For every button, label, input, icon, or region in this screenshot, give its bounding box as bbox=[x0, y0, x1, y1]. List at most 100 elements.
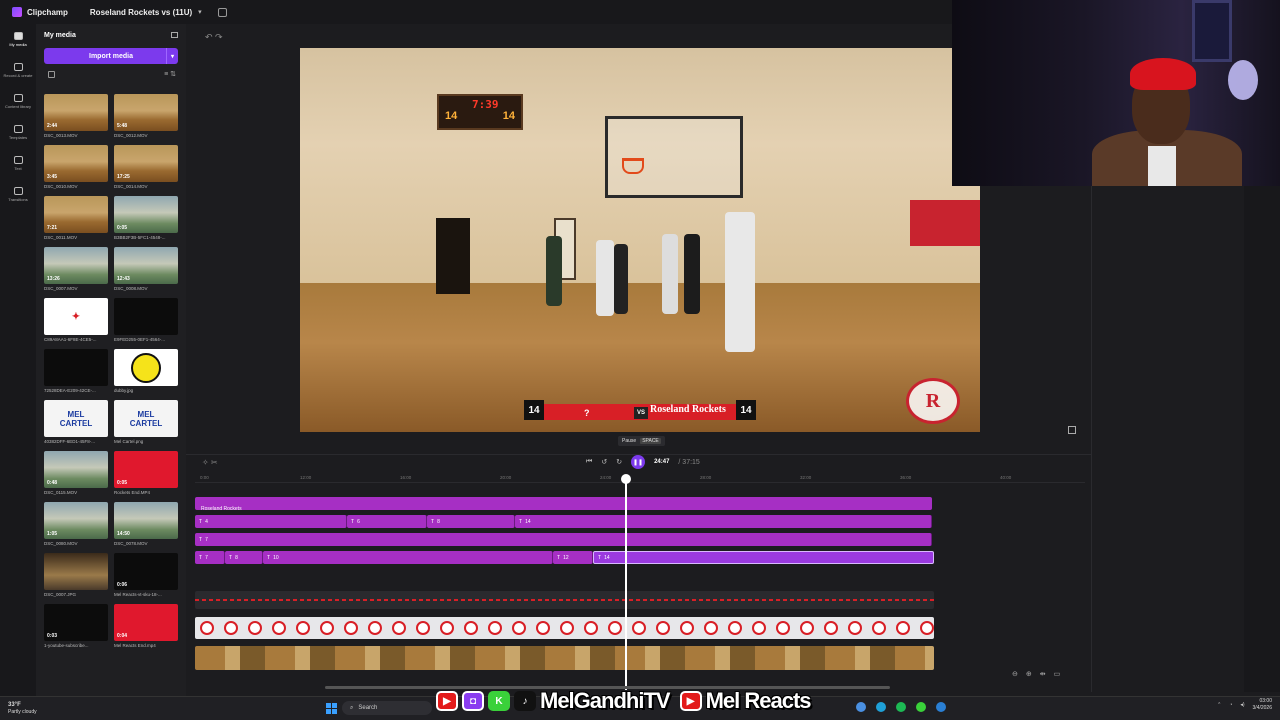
wifi-icon[interactable]: ◔ bbox=[1229, 702, 1232, 708]
media-thumbnail[interactable]: 7:21 bbox=[44, 196, 108, 233]
zoom-in-icon[interactable]: ⊕ bbox=[1026, 670, 1032, 678]
rail-item[interactable]: Content library bbox=[0, 86, 36, 117]
media-thumbnail[interactable]: 1:05 bbox=[44, 502, 108, 539]
clock[interactable]: 03:00 3/4/2026 bbox=[1253, 698, 1272, 712]
text-clip[interactable]: T 10 bbox=[263, 551, 553, 564]
media-item[interactable]: DSC_0007.JPG bbox=[44, 553, 108, 602]
rail-item[interactable]: My media bbox=[0, 24, 36, 55]
weather-widget[interactable]: 33°F Partly cloudy bbox=[8, 702, 37, 716]
title-track-clip[interactable]: Roseland Rockets bbox=[195, 497, 932, 512]
media-thumbnail[interactable]: 3:45 bbox=[44, 145, 108, 182]
media-item[interactable]: 0:06 Mel Reacts-vt-sku-18-... bbox=[114, 553, 178, 602]
captions-icon[interactable]: ▭ bbox=[1054, 670, 1061, 678]
logo-track[interactable] bbox=[195, 617, 934, 639]
project-name[interactable]: Roseland Rockets vs (11U) bbox=[90, 8, 192, 17]
pause-button[interactable]: ❚❚ bbox=[631, 455, 646, 469]
media-thumbnail[interactable]: 0:05 bbox=[114, 451, 178, 488]
video-track[interactable] bbox=[195, 646, 934, 670]
spotify-icon[interactable] bbox=[896, 702, 906, 712]
media-thumbnail[interactable]: 0:05 bbox=[114, 196, 178, 233]
media-thumbnail[interactable]: MEL CARTEL bbox=[44, 400, 108, 437]
media-thumbnail[interactable]: 5:48 bbox=[114, 94, 178, 131]
media-item[interactable]: 14:50 DSC_0078.MOV bbox=[114, 502, 178, 551]
undo-icon[interactable]: ↶ ↷ bbox=[205, 32, 223, 43]
media-item[interactable]: 17:25 DSC_0014.MOV bbox=[114, 145, 178, 194]
chrome-icon[interactable] bbox=[856, 702, 866, 712]
chevron-down-icon[interactable]: ▾ bbox=[166, 48, 178, 64]
media-thumbnail[interactable]: 0:03 bbox=[44, 604, 108, 641]
scoreboard-clock: 7:39 bbox=[472, 98, 499, 111]
text-clip[interactable]: T7 bbox=[195, 533, 932, 546]
video-preview[interactable]: 7:39 14 14 14 ? VS Roseland Rockets 14 R bbox=[300, 48, 980, 432]
app-icon[interactable] bbox=[916, 702, 926, 712]
media-item[interactable]: 0:05 B3BB2F3B-5FC1-4548-... bbox=[114, 196, 178, 245]
media-item[interactable]: MEL CARTEL 40382DFF-6ED1-45F8-... bbox=[44, 400, 108, 449]
media-item[interactable]: 12:43 DSC_0008.MOV bbox=[114, 247, 178, 296]
forward-icon[interactable]: ↻ bbox=[616, 458, 622, 466]
taskbar-search[interactable]: ⌕ Search bbox=[342, 701, 432, 715]
media-thumbnail[interactable]: 14:50 bbox=[114, 502, 178, 539]
media-thumbnail[interactable]: MEL CARTEL bbox=[114, 400, 178, 437]
sort-filter-icon[interactable]: ≡ ⇅ bbox=[164, 70, 176, 78]
zoom-out-icon[interactable]: ⊖ bbox=[1012, 670, 1018, 678]
media-thumbnail[interactable] bbox=[114, 349, 178, 386]
rail-item[interactable]: Transitions bbox=[0, 179, 36, 210]
magic-wand-icon[interactable]: ✧ ✂ bbox=[202, 458, 218, 467]
media-item[interactable]: 5:48 DSC_0012.MOV bbox=[114, 94, 178, 143]
chevron-down-icon[interactable]: ▾ bbox=[198, 8, 202, 16]
skip-back-icon[interactable]: ⏮ bbox=[586, 458, 592, 466]
media-thumbnail[interactable]: ✦ bbox=[44, 298, 108, 335]
media-thumbnail[interactable] bbox=[44, 553, 108, 590]
text-clip[interactable]: T8 bbox=[225, 551, 263, 564]
sync-icon[interactable] bbox=[217, 7, 227, 17]
media-thumbnail[interactable]: 0:06 bbox=[114, 553, 178, 590]
media-item[interactable]: dubby.jpg bbox=[114, 349, 178, 398]
fit-icon[interactable]: ⇹ bbox=[1040, 670, 1046, 678]
audio-track[interactable] bbox=[195, 591, 934, 609]
media-item[interactable]: 0:48 DSC_0115.MOV bbox=[44, 451, 108, 500]
media-item[interactable]: 0:03 1-youtube-subscribe... bbox=[44, 604, 108, 653]
tray-up-icon[interactable]: ⌃ bbox=[1217, 702, 1221, 708]
text-clip[interactable]: T 14 bbox=[515, 515, 932, 528]
app-icon[interactable] bbox=[936, 702, 946, 712]
rewind-icon[interactable]: ↺ bbox=[601, 458, 607, 466]
text-clip[interactable]: T7 bbox=[195, 551, 225, 564]
fullscreen-icon[interactable] bbox=[1068, 426, 1076, 434]
text-clip[interactable]: T8 bbox=[427, 515, 515, 528]
select-all-checkbox[interactable] bbox=[48, 70, 55, 78]
collapse-panel-icon[interactable] bbox=[171, 32, 178, 38]
media-item[interactable]: MEL CARTEL Mel Cartel.png bbox=[114, 400, 178, 449]
media-thumbnail[interactable]: 12:43 bbox=[114, 247, 178, 284]
media-item[interactable]: 7:21 DSC_0011.MOV bbox=[44, 196, 108, 245]
text-clip[interactable]: T 12 bbox=[553, 551, 593, 564]
volume-icon[interactable]: ◂) bbox=[1240, 702, 1244, 708]
media-item[interactable]: 0:04 Mel Reacts End.mp4 bbox=[114, 604, 178, 653]
rail-item[interactable]: Record & create bbox=[0, 55, 36, 86]
media-thumbnail[interactable] bbox=[44, 349, 108, 386]
media-item[interactable]: E9FED255-0EF1-4564-... bbox=[114, 298, 178, 347]
media-item[interactable]: 72528DEA-E209-42CE-... bbox=[44, 349, 108, 398]
import-media-button[interactable]: Import media ▾ bbox=[44, 48, 178, 64]
timeline-ruler[interactable]: 0:00 12:00 16:00 20:00 24:00 28:00 32:00 36:00 4… bbox=[195, 473, 1085, 483]
media-thumbnail[interactable]: 2:44 bbox=[44, 94, 108, 131]
media-item[interactable]: 0:05 Rockets End.MP4 bbox=[114, 451, 178, 500]
windows-start-icon[interactable] bbox=[326, 703, 337, 714]
edge-icon[interactable] bbox=[876, 702, 886, 712]
media-thumbnail[interactable]: 17:25 bbox=[114, 145, 178, 182]
text-clip[interactable]: T 14 bbox=[593, 551, 934, 564]
media-thumbnail[interactable]: 13:26 bbox=[44, 247, 108, 284]
playhead[interactable] bbox=[625, 478, 627, 690]
media-item[interactable]: 13:26 DSC_0007.MOV bbox=[44, 247, 108, 296]
media-item[interactable]: 2:44 DSC_0013.MOV bbox=[44, 94, 108, 143]
scoreboard-away: 14 bbox=[502, 110, 515, 122]
text-clip[interactable]: T4 bbox=[195, 515, 347, 528]
media-thumbnail[interactable] bbox=[114, 298, 178, 335]
rail-item[interactable]: Text bbox=[0, 148, 36, 179]
media-thumbnail[interactable]: 0:04 bbox=[114, 604, 178, 641]
media-item[interactable]: 3:45 DSC_0010.MOV bbox=[44, 145, 108, 194]
text-clip[interactable]: T6 bbox=[347, 515, 427, 528]
rail-item[interactable]: Templates bbox=[0, 117, 36, 148]
media-item[interactable]: ✦ C89A8AA1-6F8E-4CE5-... bbox=[44, 298, 108, 347]
media-thumbnail[interactable]: 0:48 bbox=[44, 451, 108, 488]
media-item[interactable]: 1:05 DSC_0080.MOV bbox=[44, 502, 108, 551]
